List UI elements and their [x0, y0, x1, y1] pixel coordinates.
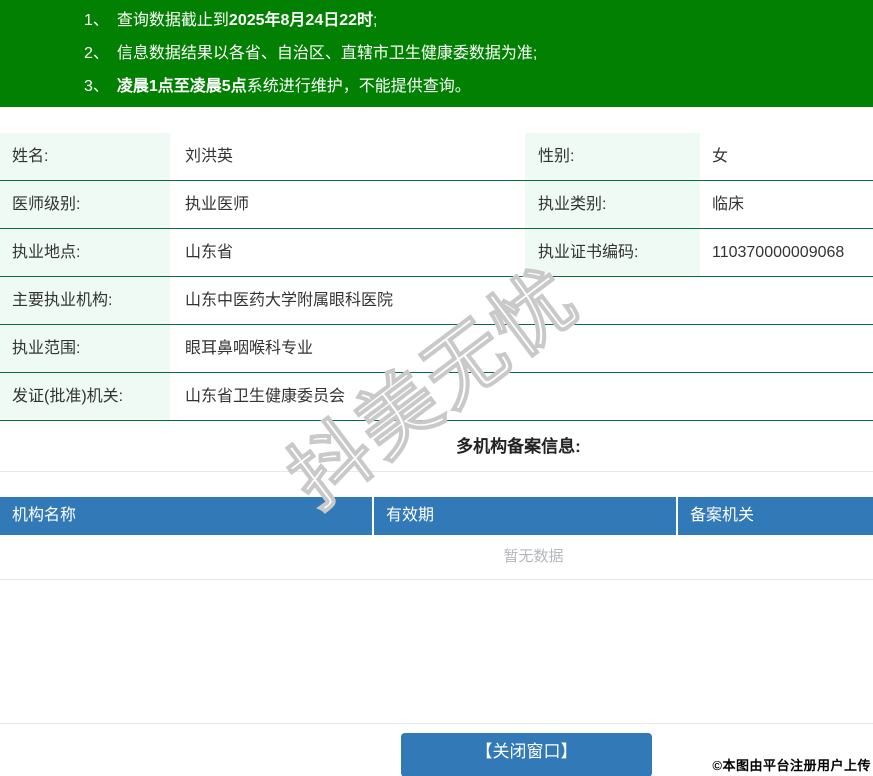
- notice-text: 信息数据结果以各省、自治区、直辖市卫生健康委数据为准;: [116, 45, 538, 62]
- notice-number: 2、: [84, 45, 109, 62]
- table-row: 主要执业机构: 山东中医药大学附属眼科医院: [0, 277, 873, 325]
- field-value-main-institution: 山东中医药大学附属眼科医院: [185, 292, 394, 309]
- field-label-practice-location: 执业地点:: [0, 229, 170, 276]
- field-value-issuing-authority: 山东省卫生健康委员会: [185, 388, 346, 405]
- divider: [0, 471, 873, 472]
- table-row: 姓名: 刘洪英 性别: 女: [0, 133, 873, 181]
- table-row: 发证(批准)机关: 山东省卫生健康委员会: [0, 373, 873, 421]
- notice-text-bold: 2025年8月24日22时: [228, 12, 374, 29]
- notice-text: 查询数据截止到: [116, 12, 229, 29]
- table-row: 执业范围: 眼耳鼻咽喉科专业: [0, 325, 873, 373]
- field-value-practice-category: 临床: [712, 196, 745, 213]
- field-label-certificate-number: 执业证书编码:: [525, 229, 700, 276]
- copyright-stamp: ©本图由平台注册用户上传: [712, 758, 871, 773]
- field-value-practice-location: 山东省: [185, 244, 234, 261]
- notice-text-bold: 凌晨1点至凌晨5点: [116, 78, 247, 95]
- notice-line-3: 3、 凌晨1点至凌晨5点系统进行维护，不能提供查询。: [84, 70, 873, 103]
- field-value-gender: 女: [712, 148, 729, 165]
- notice-text: ;: [373, 12, 378, 29]
- field-label-issuing-authority: 发证(批准)机关:: [0, 373, 170, 420]
- table-row: 医师级别: 执业医师 执业类别: 临床: [0, 181, 873, 229]
- field-value-doctor-level: 执业医师: [185, 196, 250, 213]
- notice-text: 系统进行维护，不能提供查询。: [246, 78, 471, 95]
- empty-data-text: 暂无数据: [503, 548, 564, 565]
- notice-number: 3、: [84, 78, 109, 95]
- close-window-button[interactable]: 【关闭窗口】: [401, 733, 652, 776]
- notice-banner: 1、 查询数据截止到2025年8月24日22时; 2、 信息数据结果以各省、自治区、…: [0, 0, 873, 107]
- license-query-result-page: 1、 查询数据截止到2025年8月24日22时; 2、 信息数据结果以各省、自治区、…: [0, 0, 873, 776]
- field-label-doctor-level: 医师级别:: [0, 181, 170, 228]
- divider: [0, 723, 873, 724]
- field-label-practice-category: 执业类别:: [525, 181, 700, 228]
- column-header-validity-period: 有效期: [374, 497, 676, 535]
- practitioner-info-table: 姓名: 刘洪英 性别: 女 医师级别: 执业医师 执业类别: 临床 执业地点: …: [0, 133, 873, 421]
- field-label-name: 姓名:: [0, 133, 170, 180]
- field-value-name: 刘洪英: [185, 148, 234, 165]
- field-label-gender: 性别:: [525, 133, 700, 180]
- field-value-practice-scope: 眼耳鼻咽喉科专业: [185, 340, 314, 357]
- multi-institution-section-title: 多机构备案信息:: [456, 437, 581, 456]
- field-value-certificate-number: 110370000009068: [712, 244, 845, 261]
- table-row: 执业地点: 山东省 执业证书编码: 110370000009068: [0, 229, 873, 277]
- field-label-practice-scope: 执业范围:: [0, 325, 170, 372]
- column-header-filing-authority: 备案机关: [678, 497, 873, 535]
- column-header-institution-name: 机构名称: [0, 497, 372, 535]
- field-label-main-institution: 主要执业机构:: [0, 277, 170, 324]
- notice-number: 1、: [84, 12, 109, 29]
- notice-line-2: 2、 信息数据结果以各省、自治区、直辖市卫生健康委数据为准;: [84, 37, 873, 70]
- notice-line-1: 1、 查询数据截止到2025年8月24日22时;: [84, 4, 873, 37]
- registration-table-header: 机构名称 有效期 备案机关: [0, 497, 873, 535]
